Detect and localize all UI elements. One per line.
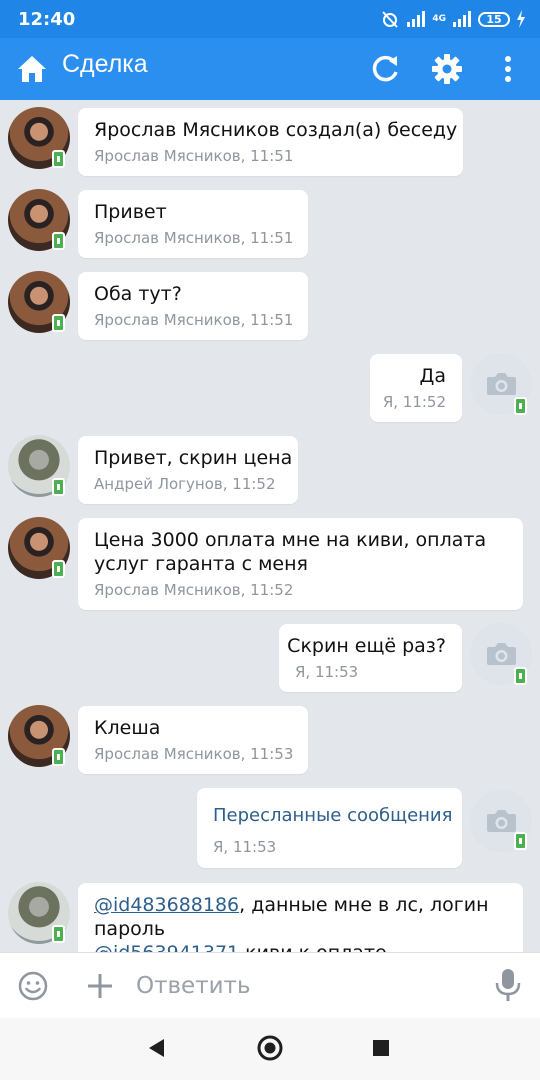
- message-text-line: пароль: [94, 918, 166, 940]
- message-meta: Ярослав Мясников, 11:52: [94, 581, 294, 599]
- mobile-device-icon: [52, 748, 65, 766]
- add-attachment-icon[interactable]: [84, 970, 116, 1002]
- refresh-icon[interactable]: [369, 53, 401, 85]
- message-bubble[interactable]: Оба тут? Ярослав Мясников, 11:51: [78, 272, 308, 340]
- message-text: Оба тут?: [94, 283, 182, 305]
- message-meta: Ярослав Мясников, 11:51: [94, 229, 294, 247]
- message-text-line: услуг гаранта с меня: [94, 553, 308, 575]
- mobile-device-icon: [52, 925, 65, 943]
- message-composer: Ответить: [0, 952, 540, 1019]
- home-button-icon[interactable]: [256, 1034, 284, 1062]
- message-meta: Я, 11:53: [295, 663, 359, 681]
- mobile-device-icon: [52, 150, 65, 168]
- status-bar: 12:40 4G 15: [0, 0, 540, 38]
- message-meta: Ярослав Мясников, 11:51: [94, 147, 294, 165]
- mobile-device-icon: [52, 560, 65, 578]
- message-bubble[interactable]: Цена 3000 оплата мне на киви, оплата усл…: [78, 518, 523, 610]
- message-bubble[interactable]: @id483688186, данные мне в лс, логин пар…: [78, 883, 523, 952]
- message-text-line: @id483688186, данные мне в лс, логин: [94, 893, 489, 917]
- message-meta: Ярослав Мясников, 11:53: [94, 745, 294, 763]
- chat-title: Сделка: [62, 50, 148, 78]
- microphone-icon[interactable]: [494, 967, 522, 1003]
- message-meta: Ярослав Мясников, 11:51: [94, 311, 294, 329]
- status-icons: 4G 15: [380, 8, 526, 30]
- mobile-device-icon: [52, 478, 65, 496]
- message-text: Ярослав Мясников создал(а) беседу: [94, 119, 458, 141]
- home-icon[interactable]: [16, 53, 48, 85]
- status-time: 12:40: [18, 9, 76, 30]
- message-text: Да: [419, 365, 447, 387]
- message-text: Привет, скрин цена: [94, 447, 293, 469]
- recents-icon[interactable]: [371, 1038, 391, 1058]
- message-text: Привет: [94, 201, 167, 223]
- alarm-off-icon: [382, 11, 399, 28]
- mention-link[interactable]: @id483688186: [94, 894, 239, 916]
- charging-icon: [517, 10, 525, 28]
- message-bubble-own[interactable]: Пересланные сообщения Я, 11:53: [197, 788, 462, 868]
- message-text: Скрин ещё раз?: [287, 635, 446, 657]
- signal-icon: [407, 11, 426, 27]
- message-list[interactable]: Ярослав Мясников создал(а) беседу Яросла…: [0, 100, 540, 952]
- forwarded-messages-link[interactable]: Пересланные сообщения: [213, 804, 452, 828]
- message-text-fragment: киви к оплате: [239, 942, 387, 952]
- message-bubble[interactable]: Привет Ярослав Мясников, 11:51: [78, 190, 308, 258]
- settings-gear-icon[interactable]: [431, 53, 463, 85]
- message-meta: Андрей Логунов, 11:52: [94, 475, 276, 493]
- mobile-device-icon: [514, 832, 527, 850]
- app-toolbar: Сделка: [0, 38, 540, 100]
- message-bubble[interactable]: Ярослав Мясников создал(а) беседу Яросла…: [78, 108, 463, 176]
- more-menu-icon[interactable]: [492, 53, 524, 85]
- message-text-line: Цена 3000 оплата мне на киви, оплата: [94, 529, 487, 551]
- back-icon[interactable]: [145, 1036, 167, 1060]
- message-bubble[interactable]: Клеша Ярослав Мясников, 11:53: [78, 706, 308, 774]
- message-text-fragment: , данные мне в лс, логин: [239, 894, 489, 916]
- mobile-device-icon: [514, 397, 527, 415]
- message-bubble-own[interactable]: Да Я, 11:52: [370, 354, 462, 422]
- message-meta: Я, 11:52: [382, 393, 446, 411]
- mobile-device-icon: [514, 667, 527, 685]
- message-bubble[interactable]: Привет, скрин цена Андрей Логунов, 11:52: [78, 436, 298, 504]
- message-text-line: @id563941371 киви к оплате: [94, 941, 387, 952]
- battery-indicator: 15: [478, 11, 510, 27]
- message-meta: Я, 11:53: [213, 838, 277, 856]
- system-navigation-bar: [0, 1018, 540, 1080]
- network-type-label: 4G: [432, 14, 446, 24]
- emoji-icon[interactable]: [17, 970, 49, 1002]
- message-text: Клеша: [94, 717, 161, 739]
- mobile-device-icon: [52, 314, 65, 332]
- mention-link[interactable]: @id563941371: [94, 942, 239, 952]
- signal-icon-2: [453, 11, 471, 27]
- mobile-device-icon: [52, 232, 65, 250]
- reply-input[interactable]: Ответить: [136, 973, 251, 999]
- message-bubble-own[interactable]: Скрин ещё раз? Я, 11:53: [279, 624, 462, 692]
